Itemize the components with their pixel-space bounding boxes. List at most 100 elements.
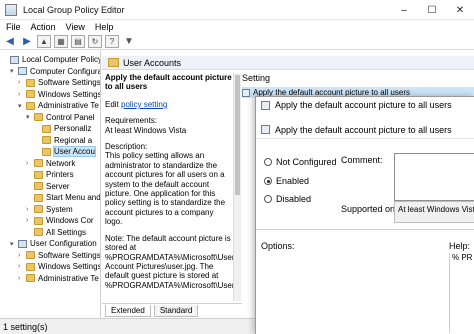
tree-item[interactable]: › Windows Cor [26,215,94,226]
policy-icon [261,125,270,134]
menu-view[interactable]: View [66,22,85,32]
menu-help[interactable]: Help [95,22,114,32]
tree-item-label: Local Computer Policy [22,55,101,64]
policy-icon [242,88,250,97]
scroll-thumb[interactable] [235,75,240,195]
folder-icon [26,78,35,87]
edit-policy-link[interactable]: policy setting [121,100,167,109]
collapsed-arrow-icon[interactable]: › [26,217,34,224]
requirements-value: At least Windows Vista [105,125,187,135]
menu-file[interactable]: File [6,22,21,32]
collapsed-arrow-icon[interactable]: › [26,206,34,213]
tree-item[interactable]: › Software Settings [18,77,101,88]
collapsed-arrow-icon[interactable]: › [18,79,26,86]
tree-item[interactable]: Printers [26,169,74,180]
toolbar: ◀ ▶ ▲ ▦ ▤ ↻ ? ▼ [0,34,474,50]
tree-item-label: Personaliz [54,124,92,133]
collapsed-arrow-icon[interactable]: › [26,160,34,167]
tree-item[interactable]: All Settings [26,227,86,238]
note-text: Note: The default account picture is sto… [105,233,233,290]
tree-item[interactable]: › Software Settings [18,250,101,261]
tree-item[interactable]: ▾ Computer Configura [10,66,101,77]
extended-description: Apply the default account picture to all… [105,73,233,301]
expanded-arrow-icon[interactable]: ▾ [18,102,26,110]
computer-config-icon [18,67,27,75]
app-icon [5,3,17,16]
radio-button[interactable] [264,177,272,185]
tree-item-label: Software Settings [38,78,101,87]
tree-item-label: Windows Settings [38,89,101,99]
tree-item-label: Computer Configura [30,66,101,76]
tree-item[interactable]: Regional a [34,135,92,146]
dialog-header: Apply the default account picture to all… [256,121,474,139]
tree-item[interactable]: Server [26,181,70,192]
collapsed-arrow-icon[interactable]: › [18,263,26,270]
edit-prefix: Edit [105,99,119,109]
tree-item[interactable]: › Windows Settings [18,89,101,100]
tree-item[interactable]: ▾ Administrative Te [18,100,99,111]
tree-item[interactable]: Start Menu and [26,192,100,203]
collapsed-arrow-icon[interactable]: › [18,275,26,282]
tree-item[interactable]: Personaliz [34,123,91,134]
tree-item-label: User Accou [53,146,96,157]
tree-item-label: User Configuration [30,239,97,248]
tree-item-label: Software Settings [38,250,101,260]
expanded-arrow-icon[interactable]: ▾ [10,67,18,75]
folder-up-icon[interactable]: ▲ [37,35,51,48]
user-config-icon [18,239,27,248]
supported-on-value: At least Windows Vista [394,201,474,223]
menu-bar: File Action View Help [0,20,474,34]
supported-on-label: Supported on: [341,204,398,214]
close-button[interactable]: ✕ [446,0,474,20]
maximize-button[interactable]: ☐ [418,0,446,20]
tab-standard[interactable]: Standard [153,305,199,317]
tree-item[interactable]: › Administrative Te [18,273,99,284]
tree-item[interactable]: Local Computer Policy [2,54,101,65]
radio-button[interactable] [264,195,272,203]
radio-button[interactable] [264,158,272,166]
collapsed-arrow-icon[interactable]: › [18,91,26,98]
pane-header-title: User Accounts [123,57,182,68]
column-header-setting[interactable]: Setting [242,73,270,83]
tree-item[interactable]: › Windows Settings [18,261,100,272]
help-icon[interactable]: ? [105,35,119,48]
show-hide-tree-icon[interactable]: ▦ [54,35,68,48]
minimize-button[interactable]: – [390,0,418,20]
folder-icon [42,147,51,156]
radio-enabled[interactable]: Enabled [264,176,309,186]
tab-extended[interactable]: Extended [105,305,151,317]
collapsed-arrow-icon[interactable]: › [18,252,26,259]
forward-icon[interactable]: ▶ [20,35,34,48]
refresh-icon[interactable]: ↻ [88,35,102,48]
status-text: 1 setting(s) [3,321,48,332]
divider [256,229,474,230]
options-label: Options: [261,241,295,251]
radio-label: Enabled [276,176,310,186]
tree-item-label: System [46,204,73,214]
back-icon[interactable]: ◀ [3,35,17,48]
tree-item-label: Regional a [54,135,93,145]
radio-not-configured[interactable]: Not Configured [264,157,337,167]
tree-item[interactable]: User Accou [34,146,96,157]
expanded-arrow-icon[interactable]: ▾ [26,113,34,121]
filter-icon[interactable]: ▼ [122,35,136,48]
folder-icon [34,193,43,202]
folder-icon [26,274,35,282]
dialog-header-title: Apply the default account picture to all… [275,124,452,135]
radio-label: Disabled [276,194,312,204]
properties-icon[interactable]: ▤ [71,35,85,48]
tree-item-label: Windows Cor [46,216,94,225]
tree-item[interactable]: › System [26,204,73,215]
expanded-arrow-icon[interactable]: ▾ [10,240,18,248]
folder-icon [42,136,51,144]
folder-icon [26,101,35,110]
folder-icon [26,90,35,98]
comment-field[interactable] [394,153,474,201]
tree-item[interactable]: › Network [26,158,75,169]
tree-item[interactable]: ▾ User Configuration [10,238,97,249]
radio-disabled[interactable]: Disabled [264,194,311,204]
tree-item[interactable]: ▾ Control Panel [26,112,94,123]
menu-action[interactable]: Action [31,22,56,32]
description-scrollbar[interactable] [233,73,241,301]
radio-label: Not Configured [276,157,337,167]
